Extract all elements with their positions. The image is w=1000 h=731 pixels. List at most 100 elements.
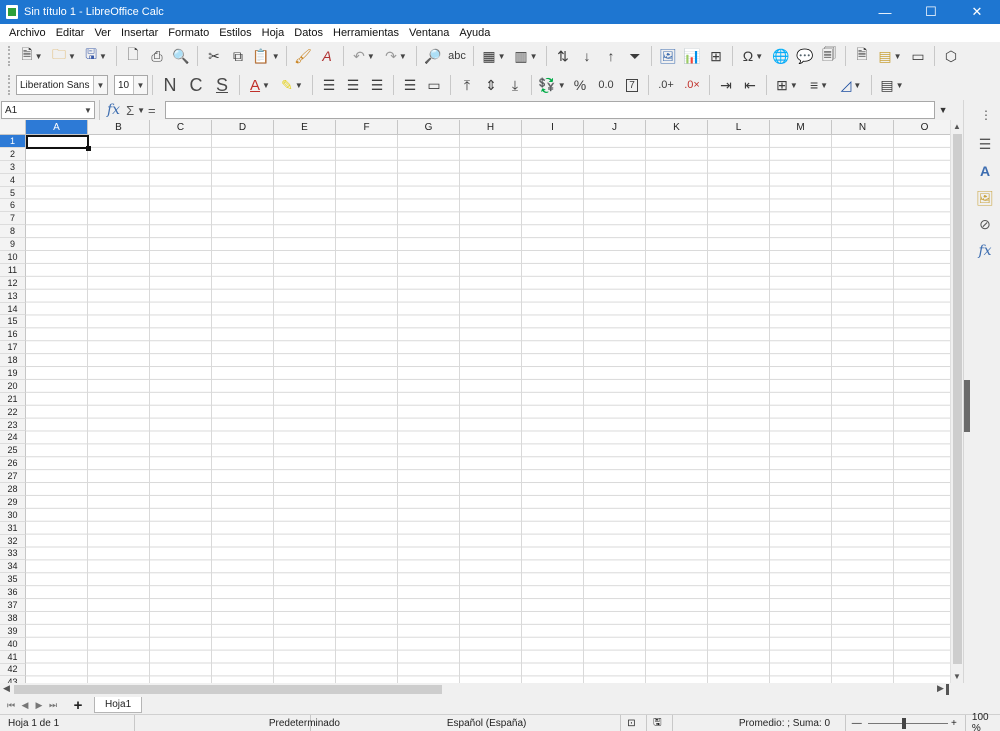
function-wizard-button[interactable]: fx — [107, 102, 120, 118]
row-header[interactable]: 23 — [0, 418, 26, 432]
column-header[interactable]: O — [894, 120, 956, 135]
center-vertically-button[interactable]: ⇕ — [480, 74, 502, 96]
autofilter-button[interactable]: ⏷ — [624, 45, 646, 67]
column-header[interactable]: I — [522, 120, 584, 135]
row-header[interactable]: 39 — [0, 624, 26, 638]
row-header[interactable]: 7 — [0, 212, 26, 226]
row-header[interactable]: 27 — [0, 470, 26, 484]
column-header[interactable]: A — [26, 120, 88, 135]
align-right-button[interactable]: ☰ — [366, 74, 388, 96]
spelling-button[interactable]: abc — [446, 45, 468, 67]
column-header[interactable]: M — [770, 120, 832, 135]
wrap-text-button[interactable]: ☰ — [399, 74, 421, 96]
conditional-format-button[interactable]: ▤ ▼ — [877, 74, 907, 96]
selection-summary[interactable]: Promedio: ; Suma: 0 — [673, 714, 846, 731]
chevron-down-icon[interactable]: ▼ — [82, 102, 94, 118]
row-header[interactable]: 14 — [0, 302, 26, 316]
language-status[interactable]: Español (España) — [311, 714, 622, 731]
row-button[interactable]: ▦ ▼ — [479, 45, 509, 67]
show-draw-functions-button[interactable]: ⬡ — [940, 45, 962, 67]
split-window-button[interactable]: ▭ — [907, 45, 929, 67]
row-header[interactable]: 9 — [0, 238, 26, 252]
column-header[interactable]: N — [832, 120, 894, 135]
scroll-down-icon[interactable]: ▼ — [951, 670, 963, 683]
percent-format-button[interactable]: % — [569, 74, 591, 96]
border-style-button[interactable]: ≡ ▼ — [804, 74, 834, 96]
sort-ascending-button[interactable]: ↓ — [576, 45, 598, 67]
font-name-combo[interactable]: Liberation Sans ▼ — [16, 75, 108, 95]
date-format-button[interactable]: 7 — [621, 74, 643, 96]
properties-icon[interactable]: ☰ — [975, 134, 995, 154]
previous-sheet-icon[interactable]: ◀ — [18, 700, 32, 711]
close-button[interactable]: ✕ — [954, 0, 1000, 24]
row-header[interactable]: 12 — [0, 276, 26, 290]
row-header[interactable]: 38 — [0, 611, 26, 625]
horizontal-scrollbar[interactable]: ◀ ▶ — [0, 683, 963, 696]
currency-format-button[interactable]: 💱 ▼ — [537, 74, 567, 96]
sheet-tab[interactable]: Hoja1 — [94, 697, 143, 713]
row-header[interactable]: 1 — [0, 135, 26, 148]
menu-ventana[interactable]: Ventana — [404, 27, 454, 39]
maximize-button[interactable]: ☐ — [908, 0, 954, 24]
clear-format-button[interactable]: A — [316, 45, 338, 67]
menu-ayuda[interactable]: Ayuda — [454, 27, 495, 39]
border-color-button[interactable]: ◿ ▼ — [836, 74, 866, 96]
row-header[interactable]: 17 — [0, 341, 26, 355]
find-replace-button[interactable]: 🔎 — [422, 45, 444, 67]
row-header[interactable]: 35 — [0, 573, 26, 587]
column-header[interactable]: E — [274, 120, 336, 135]
new-document-button[interactable]: 🗎 ▼ — [17, 45, 47, 67]
next-sheet-icon[interactable]: ▶ — [32, 700, 46, 711]
align-left-button[interactable]: ☰ — [318, 74, 340, 96]
menu-ver[interactable]: Ver — [89, 27, 116, 39]
scroll-left-icon[interactable]: ◀ — [3, 683, 10, 694]
column-header[interactable]: C — [150, 120, 212, 135]
column-button[interactable]: ▥ ▼ — [511, 45, 541, 67]
row-header[interactable]: 11 — [0, 263, 26, 277]
align-top-button[interactable]: ⤒ — [456, 74, 478, 96]
dropdown-arrow-icon[interactable]: ▼ — [137, 106, 145, 115]
row-header[interactable]: 24 — [0, 431, 26, 445]
last-sheet-icon[interactable]: ⏭ — [46, 700, 60, 711]
clone-format-button[interactable]: 🖌 — [292, 45, 314, 67]
column-header[interactable]: K — [646, 120, 708, 135]
sort-descending-button[interactable]: ↑ — [600, 45, 622, 67]
expand-formula-bar-icon[interactable]: ▼ — [939, 105, 953, 115]
row-header[interactable]: 36 — [0, 586, 26, 600]
vertical-scrollbar[interactable]: ▲ ▼ — [950, 120, 963, 683]
zoom-in-button[interactable]: + — [951, 718, 965, 729]
row-header[interactable]: 8 — [0, 225, 26, 239]
special-character-button[interactable]: Ω ▼ — [738, 45, 768, 67]
active-cell-cursor[interactable] — [26, 135, 91, 151]
row-header[interactable]: 33 — [0, 547, 26, 561]
row-header[interactable]: 25 — [0, 444, 26, 458]
row-header[interactable]: 28 — [0, 483, 26, 496]
borders-button[interactable]: ⊞ ▼ — [772, 74, 802, 96]
add-sheet-button[interactable]: + — [68, 697, 88, 714]
functions-icon[interactable]: fx — [975, 241, 995, 261]
row-header[interactable]: 15 — [0, 315, 26, 329]
menu-datos[interactable]: Datos — [289, 27, 328, 39]
menu-hoja[interactable]: Hoja — [257, 27, 290, 39]
row-header[interactable]: 40 — [0, 637, 26, 651]
zoom-slider[interactable] — [867, 715, 948, 731]
zoom-knob[interactable] — [901, 717, 906, 729]
row-header[interactable]: 6 — [0, 199, 26, 213]
align-center-button[interactable]: ☰ — [342, 74, 364, 96]
header-footer-button[interactable]: 🗐 — [818, 45, 840, 67]
print-preview-button[interactable]: 🔍 — [170, 45, 192, 67]
vertical-scroll-thumb[interactable] — [953, 134, 962, 664]
freeze-rows-columns-button[interactable]: ▤ ▼ — [875, 45, 905, 67]
hyperlink-button[interactable]: 🌐 — [770, 45, 792, 67]
first-sheet-icon[interactable]: ⏮ — [4, 700, 18, 711]
row-header[interactable]: 18 — [0, 354, 26, 368]
column-header[interactable]: D — [212, 120, 274, 135]
chevron-down-icon[interactable]: ▼ — [133, 76, 147, 94]
bold-button[interactable]: N — [158, 74, 182, 96]
toolbar-grip[interactable] — [8, 75, 12, 95]
row-header[interactable]: 30 — [0, 508, 26, 522]
increase-indent-button[interactable]: ⇥ — [715, 74, 737, 96]
menu-formato[interactable]: Formato — [163, 27, 214, 39]
paste-button[interactable]: 📋 ▼ — [251, 45, 281, 67]
formula-button[interactable]: = — [148, 103, 156, 118]
